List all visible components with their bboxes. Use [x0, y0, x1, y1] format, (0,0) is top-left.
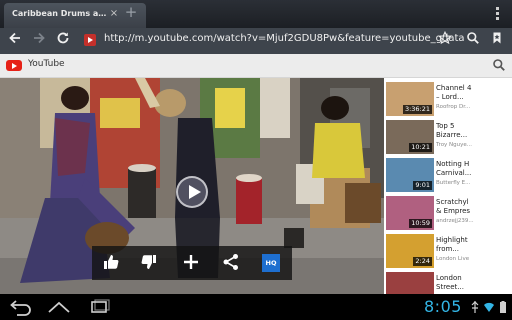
address-bar[interactable]: http://m.youtube.com/watch?v=Mjuf2GDU8Pw… [104, 33, 465, 44]
related-video-item[interactable]: London Street... [384, 270, 512, 294]
browser-tab-strip: Caribbean Drums and Da… × + [0, 0, 512, 28]
home-icon [48, 301, 70, 313]
video-author: London Live [436, 256, 470, 262]
related-videos-list: 3:36:21 Channel 4 – Lord... Roofrop Dr..… [384, 78, 512, 294]
bookmark-icon [493, 32, 501, 44]
search-icon[interactable] [492, 58, 506, 72]
home-nav-button[interactable] [46, 298, 76, 316]
video-duration: 10:59 [409, 219, 432, 228]
related-video-item[interactable]: 9:01 Notting H Carnival... Butterfly E..… [384, 156, 512, 194]
usb-icon [471, 301, 479, 313]
back-nav-button[interactable] [8, 298, 38, 316]
new-tab-button[interactable]: + [122, 4, 140, 22]
video-thumbnail: 2:24 [386, 234, 434, 268]
bookmarks-button[interactable] [486, 30, 508, 52]
bookmark-star-button[interactable] [434, 30, 456, 52]
share-icon [223, 254, 238, 270]
video-duration: 2:24 [413, 257, 432, 266]
forward-arrow-icon [34, 32, 45, 44]
video-controls-bar: HQ [92, 246, 292, 280]
search-button[interactable] [462, 30, 484, 52]
tab-close-icon[interactable]: × [108, 8, 120, 20]
reload-button[interactable] [52, 30, 74, 52]
video-author: Butterfly E... [436, 180, 471, 186]
youtube-favicon-icon [84, 34, 96, 46]
tab-title: Caribbean Drums and Da… [12, 9, 108, 18]
plus-icon [184, 255, 198, 269]
related-video-item[interactable]: 2:24 Highlight from... London Live [384, 232, 512, 270]
recent-apps-icon [91, 299, 110, 313]
video-duration: 10:21 [409, 143, 432, 152]
video-thumbnail: 10:21 [386, 120, 434, 154]
recent-apps-button[interactable] [86, 298, 116, 316]
video-duration: 3:36:21 [402, 105, 432, 114]
play-icon[interactable] [176, 176, 208, 208]
reload-icon [57, 32, 69, 44]
forward-button[interactable] [28, 30, 50, 52]
add-to-playlist-button[interactable] [180, 253, 202, 273]
video-author: andrzejj239... [436, 218, 474, 224]
video-title: Scratchyl & Empres [436, 198, 471, 215]
video-thumbnail: 10:59 [386, 196, 434, 230]
wifi-icon [484, 302, 494, 312]
related-video-item[interactable]: 10:21 Top 5 Bizarre... Troy Nguye... [384, 118, 512, 156]
thumbs-up-icon [104, 255, 119, 269]
video-title: Channel 4 – Lord... [436, 84, 472, 101]
video-thumbnail: 9:01 [386, 158, 434, 192]
related-video-item[interactable]: 3:36:21 Channel 4 – Lord... Roofrop Dr..… [384, 80, 512, 118]
video-player[interactable]: HQ [0, 78, 384, 294]
search-icon [467, 32, 479, 44]
video-title: Notting H Carnival... [436, 160, 472, 177]
youtube-header: YouTube [0, 54, 512, 78]
youtube-title[interactable]: YouTube [28, 59, 65, 69]
related-video-item[interactable]: 10:59 Scratchyl & Empres andrzejj239... [384, 194, 512, 232]
overflow-menu-icon[interactable] [494, 6, 500, 22]
back-arrow-icon [9, 32, 20, 44]
back-icon [10, 300, 31, 316]
hq-toggle-button[interactable]: HQ [262, 254, 280, 272]
back-button[interactable] [4, 30, 26, 52]
thumbs-down-icon [141, 255, 156, 269]
like-button[interactable] [100, 253, 122, 273]
video-title: London Street... [436, 274, 464, 291]
video-duration: 9:01 [413, 181, 432, 190]
video-thumbnail [386, 272, 434, 294]
video-title: Top 5 Bizarre... [436, 122, 468, 139]
clock: 8:05 [424, 297, 462, 316]
video-title: Highlight from... [436, 236, 468, 253]
video-thumbnail: 3:36:21 [386, 82, 434, 116]
share-button[interactable] [220, 253, 242, 273]
youtube-logo-icon[interactable] [6, 60, 22, 71]
star-icon [438, 30, 452, 45]
video-author: Troy Nguye... [436, 142, 473, 148]
battery-icon [500, 301, 506, 313]
dislike-button[interactable] [138, 253, 160, 273]
system-navigation-bar: 8:05 [0, 294, 512, 320]
video-author: Roofrop Dr... [436, 104, 471, 110]
